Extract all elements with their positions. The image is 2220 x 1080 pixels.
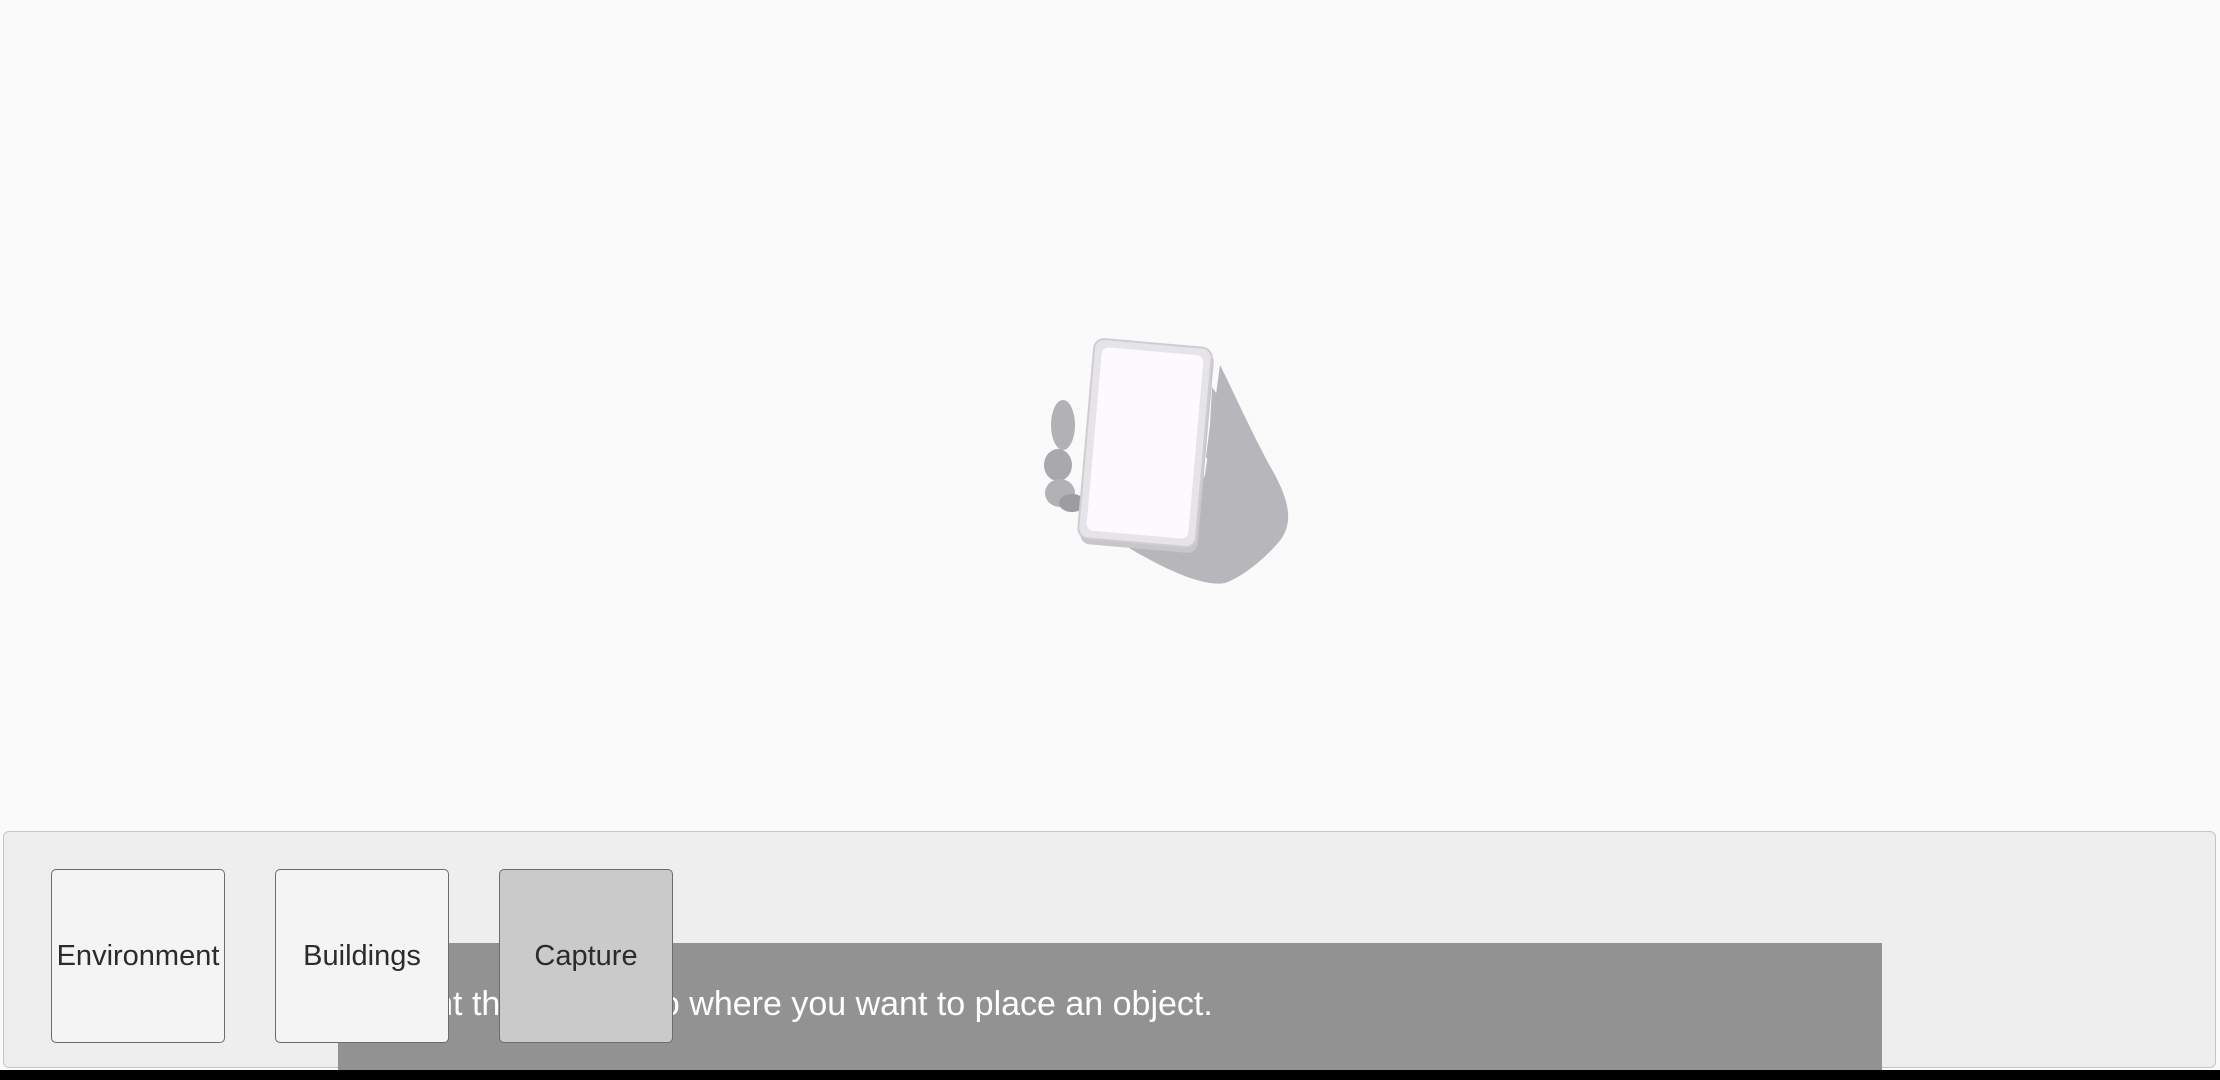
buildings-tab-button[interactable]: Buildings [275, 869, 449, 1043]
buildings-tab-label: Buildings [303, 939, 421, 972]
system-navigation-bar [0, 1070, 2220, 1080]
environment-tab-label: Environment [56, 939, 220, 972]
capture-tab-label: Capture [534, 939, 638, 972]
environment-tab-button[interactable]: Environment [51, 869, 225, 1043]
capture-tab-button[interactable]: Capture [499, 869, 673, 1043]
hand-holding-phone-icon [1044, 338, 1289, 584]
